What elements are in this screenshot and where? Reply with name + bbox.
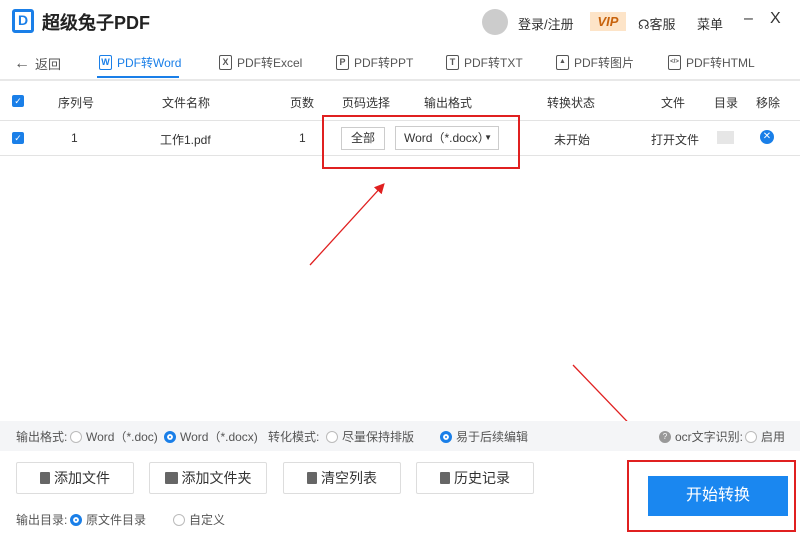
radio-icon xyxy=(164,430,176,443)
radio-docx[interactable]: Word（*.docx) xyxy=(164,428,258,445)
mode-label: 转化模式: xyxy=(268,430,320,444)
radio-label: 原文件目录 xyxy=(86,513,147,527)
add-folder-icon xyxy=(164,472,178,484)
arrow-to-format xyxy=(309,183,385,266)
radio-label: 尽量保持排版 xyxy=(342,430,415,444)
radio-label: 自定义 xyxy=(189,513,226,527)
radio-label: Word（*.docx) xyxy=(180,430,258,444)
radio-icon xyxy=(70,430,82,443)
radio-icon xyxy=(70,513,82,526)
radio-label: Word（*.doc) xyxy=(86,430,158,444)
radio-ocr-enable[interactable]: 启用 xyxy=(745,428,785,445)
output-dir-label: 输出目录: xyxy=(16,513,68,527)
clear-list-button[interactable]: 清空列表 xyxy=(283,462,401,494)
radio-icon xyxy=(326,430,338,443)
radio-icon xyxy=(440,430,452,443)
button-label: 清空列表 xyxy=(321,470,377,486)
button-label: 添加文件夹 xyxy=(181,470,252,486)
radio-keep-layout[interactable]: 尽量保持排版 xyxy=(326,428,414,445)
ocr-option: ? ocr文字识别: xyxy=(659,428,743,445)
add-file-button[interactable]: 添加文件 xyxy=(16,462,134,494)
button-label: 添加文件 xyxy=(54,470,110,486)
add-file-icon xyxy=(40,472,50,484)
history-icon xyxy=(440,472,450,484)
format-label: 输出格式: xyxy=(16,430,68,444)
radio-custom-dir[interactable]: 自定义 xyxy=(173,511,225,528)
history-button[interactable]: 历史记录 xyxy=(416,462,534,494)
radio-original-dir[interactable]: 原文件目录 xyxy=(70,511,146,528)
radio-label: 易于后续编辑 xyxy=(456,430,529,444)
ocr-label: ocr文字识别: xyxy=(675,430,744,444)
radio-doc[interactable]: Word（*.doc) xyxy=(70,428,158,445)
annotation-arrows xyxy=(309,183,645,440)
radio-easy-edit[interactable]: 易于后续编辑 xyxy=(440,428,528,445)
help-icon[interactable]: ? xyxy=(659,430,671,443)
trash-icon xyxy=(307,472,317,484)
radio-label: 启用 xyxy=(761,430,786,444)
highlight-box xyxy=(627,460,796,532)
add-folder-button[interactable]: 添加文件夹 xyxy=(149,462,267,494)
button-label: 历史记录 xyxy=(454,470,510,486)
radio-icon xyxy=(173,513,185,526)
radio-icon xyxy=(745,430,757,443)
